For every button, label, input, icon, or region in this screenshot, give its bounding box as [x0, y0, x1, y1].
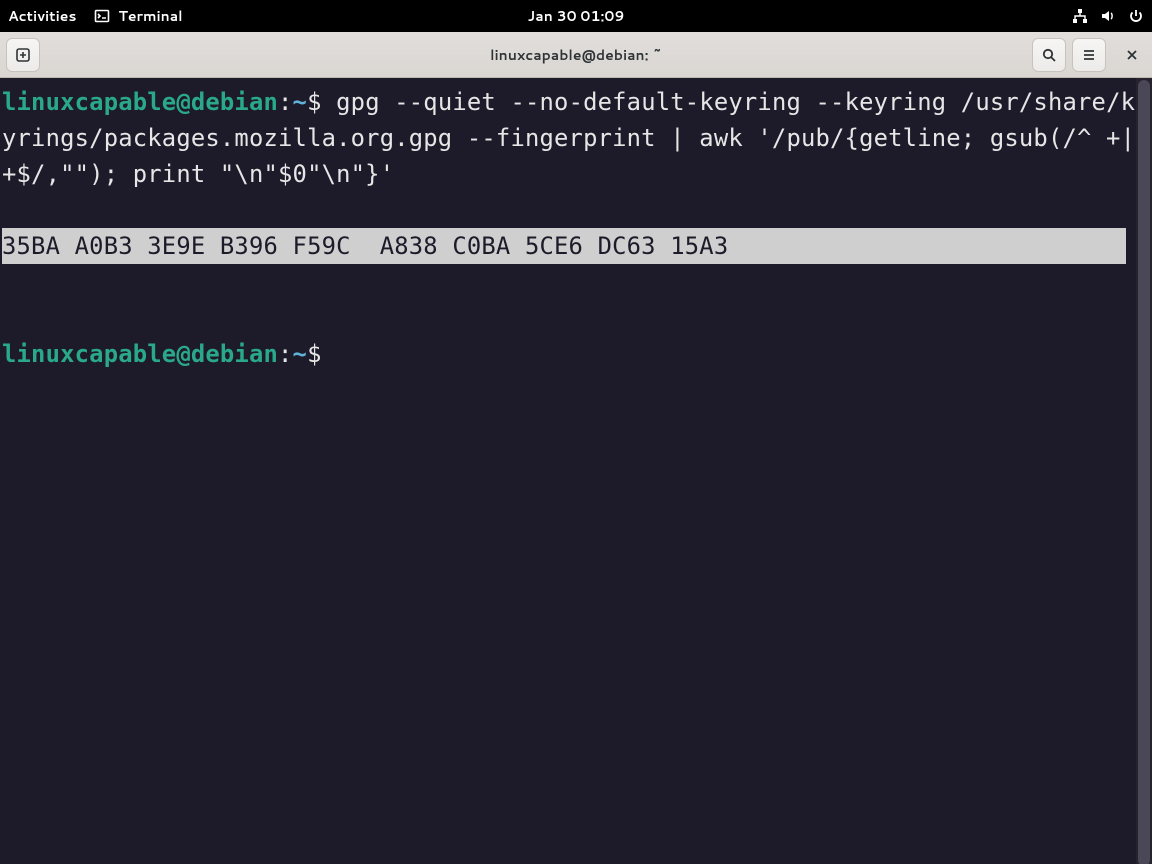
activities-button[interactable]: Activities [8, 6, 76, 26]
scrollbar[interactable] [1136, 78, 1152, 864]
prompt-separator: : [278, 88, 293, 116]
prompt-user: linuxcapable@debian [2, 340, 278, 368]
power-icon [1128, 8, 1144, 24]
prompt-path: ~ [293, 88, 308, 116]
window-title: linuxcapable@debian: ~ [490, 45, 662, 65]
scrollbar-thumb[interactable] [1138, 80, 1150, 864]
command-text [322, 88, 337, 116]
prompt-path: ~ [293, 340, 308, 368]
gnome-top-bar: Activities Terminal Jan 30 01:09 [0, 0, 1152, 32]
app-menu-label: Terminal [118, 6, 182, 26]
app-menu-button[interactable]: Terminal [94, 6, 182, 26]
terminal-content[interactable]: linuxcapable@debian:~$ gpg --quiet --no-… [0, 78, 1152, 372]
cursor-space [322, 340, 337, 368]
volume-icon [1100, 8, 1116, 24]
window-headerbar: linuxcapable@debian: ~ [0, 32, 1152, 78]
hamburger-menu-button[interactable] [1072, 38, 1106, 72]
prompt-separator: : [278, 340, 293, 368]
clock[interactable]: Jan 30 01:09 [528, 6, 625, 26]
new-tab-button[interactable] [6, 38, 40, 72]
prompt-symbol: $ [307, 88, 322, 116]
search-button[interactable] [1032, 38, 1066, 72]
terminal-app-icon [94, 8, 110, 24]
window-close-button[interactable] [1118, 41, 1146, 69]
terminal-viewport[interactable]: linuxcapable@debian:~$ gpg --quiet --no-… [0, 78, 1152, 864]
network-icon [1072, 8, 1088, 24]
prompt-user: linuxcapable@debian [2, 88, 278, 116]
output-fingerprint-selected: 35BA A0B3 3E9E B396 F59C A838 C0BA 5CE6 … [2, 228, 1126, 264]
prompt-symbol: $ [307, 340, 322, 368]
system-status-area[interactable] [1072, 8, 1144, 24]
